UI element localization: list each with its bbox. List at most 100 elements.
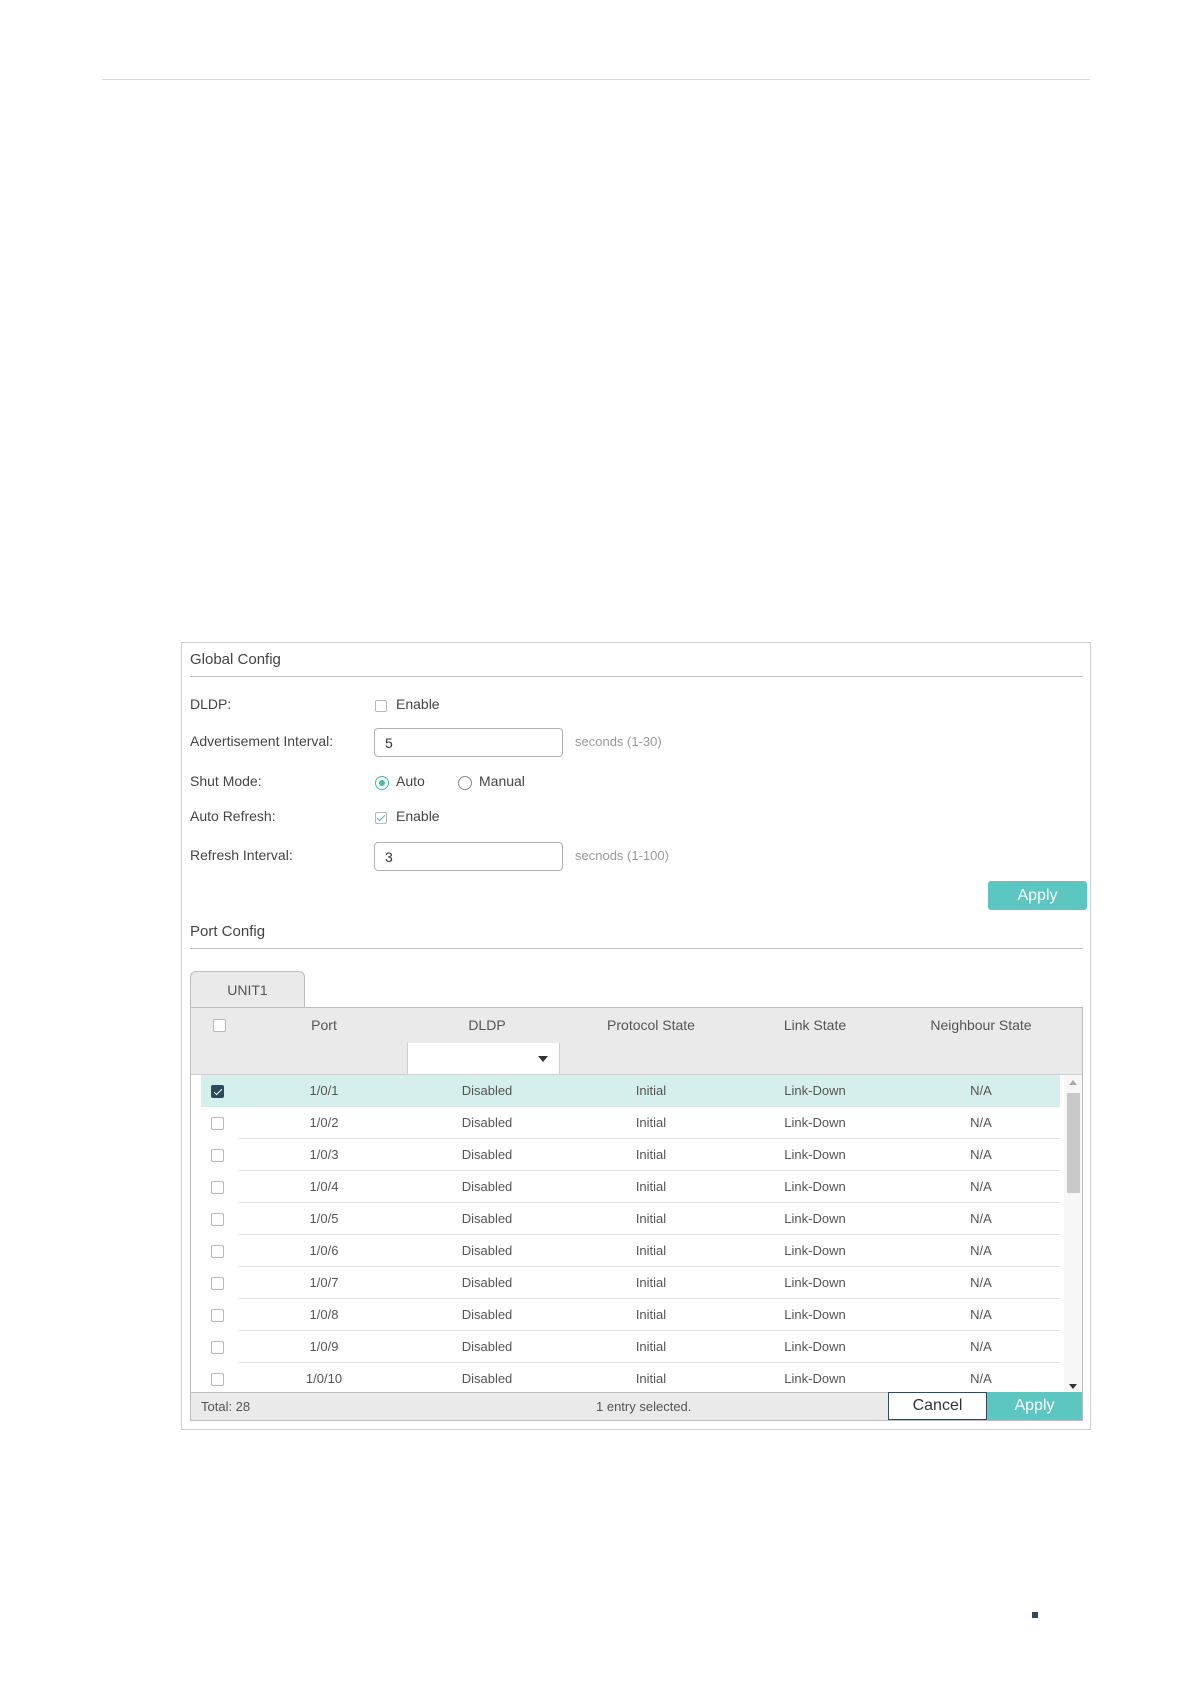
cell-neighbour-state: N/A — [970, 1243, 992, 1258]
cell-port: 1/0/1 — [309, 1083, 339, 1098]
refresh-interval-input[interactable] — [374, 842, 563, 871]
column-link-state[interactable]: Link State — [745, 1008, 885, 1043]
port-table: Port DLDP Protocol State Link State Neig… — [190, 1007, 1083, 1421]
select-all-checkbox[interactable] — [213, 1019, 226, 1032]
row-checkbox[interactable] — [211, 1149, 224, 1162]
cell-dldp: Disabled — [461, 1307, 513, 1322]
row-checkbox[interactable] — [211, 1181, 224, 1194]
cell-neighbour-state: N/A — [970, 1211, 992, 1226]
column-protocol-state[interactable]: Protocol State — [581, 1008, 721, 1043]
cell-port: 1/0/3 — [309, 1147, 339, 1162]
table-row[interactable]: 1/0/1 Disabled Initial Link-Down N/A — [201, 1075, 1060, 1107]
advertisement-interval-input[interactable] — [374, 728, 563, 757]
cell-neighbour-state: N/A — [970, 1179, 992, 1194]
cell-protocol-state: Initial — [635, 1179, 667, 1194]
column-neighbour-state[interactable]: Neighbour State — [901, 1008, 1061, 1043]
table-row[interactable]: 1/0/2 Disabled Initial Link-Down N/A — [201, 1107, 1060, 1139]
cell-port: 1/0/10 — [305, 1371, 343, 1386]
cell-link-state: Link-Down — [784, 1083, 846, 1098]
shut-mode-auto-radio[interactable] — [375, 776, 389, 790]
dldp-label: DLDP: — [190, 696, 232, 712]
row-checkbox[interactable] — [211, 1277, 224, 1290]
cell-protocol-state: Initial — [635, 1147, 667, 1162]
cell-port: 1/0/9 — [309, 1339, 339, 1354]
global-apply-button[interactable]: Apply — [988, 881, 1087, 910]
page-header-rule — [102, 79, 1090, 80]
column-dldp[interactable]: DLDP — [437, 1008, 537, 1043]
row-checkbox[interactable] — [211, 1309, 224, 1322]
table-row[interactable]: 1/0/4 Disabled Initial Link-Down N/A — [201, 1171, 1060, 1203]
cell-neighbour-state: N/A — [970, 1371, 992, 1386]
cell-neighbour-state: N/A — [970, 1115, 992, 1130]
cancel-button[interactable]: Cancel — [888, 1392, 987, 1420]
cell-link-state: Link-Down — [784, 1179, 846, 1194]
table-footer: Total: 28 1 entry selected. Cancel Apply — [191, 1392, 1082, 1420]
refresh-interval-label: Refresh Interval: — [190, 847, 293, 863]
cell-neighbour-state: N/A — [970, 1147, 992, 1162]
cell-protocol-state: Initial — [635, 1243, 667, 1258]
cell-link-state: Link-Down — [784, 1339, 846, 1354]
table-scrollbar[interactable] — [1064, 1075, 1082, 1394]
shut-mode-auto-label: Auto — [396, 773, 425, 789]
table-row[interactable]: 1/0/6 Disabled Initial Link-Down N/A — [201, 1235, 1060, 1267]
cell-protocol-state: Initial — [635, 1275, 667, 1290]
cell-port: 1/0/2 — [309, 1115, 339, 1130]
cell-link-state: Link-Down — [784, 1307, 846, 1322]
refresh-interval-hint: secnods (1-100) — [575, 848, 669, 863]
cell-protocol-state: Initial — [635, 1211, 667, 1226]
cell-dldp: Disabled — [461, 1243, 513, 1258]
scroll-up-icon[interactable] — [1069, 1080, 1077, 1085]
cell-link-state: Link-Down — [784, 1371, 846, 1386]
port-apply-button[interactable]: Apply — [987, 1392, 1082, 1420]
total-count: Total: 28 — [201, 1399, 251, 1414]
row-checkbox[interactable] — [211, 1245, 224, 1258]
table-body: 1/0/1 Disabled Initial Link-Down N/A 1/0/2 Dis… — [191, 1075, 1082, 1394]
table-row[interactable]: 1/0/8 Disabled Initial Link-Down N/A — [201, 1299, 1060, 1331]
scroll-down-icon[interactable] — [1069, 1384, 1077, 1389]
dldp-enable-label: Enable — [396, 696, 440, 712]
table-header: Port DLDP Protocol State Link State Neig… — [191, 1008, 1082, 1044]
cell-link-state: Link-Down — [784, 1115, 846, 1130]
column-port[interactable]: Port — [274, 1008, 374, 1043]
cell-dldp: Disabled — [461, 1339, 513, 1354]
shut-mode-label: Shut Mode: — [190, 773, 262, 789]
row-checkbox[interactable] — [211, 1117, 224, 1130]
cell-dldp: Disabled — [461, 1371, 513, 1386]
auto-refresh-enable-checkbox[interactable] — [375, 812, 387, 824]
cell-dldp: Disabled — [461, 1179, 513, 1194]
cell-dldp: Disabled — [461, 1275, 513, 1290]
row-checkbox[interactable] — [211, 1373, 224, 1386]
row-checkbox[interactable] — [211, 1085, 224, 1098]
cell-neighbour-state: N/A — [970, 1275, 992, 1290]
table-row[interactable]: 1/0/9 Disabled Initial Link-Down N/A — [201, 1331, 1060, 1363]
cell-dldp: Disabled — [461, 1147, 513, 1162]
table-row[interactable]: 1/0/5 Disabled Initial Link-Down N/A — [201, 1203, 1060, 1235]
dldp-filter-select[interactable] — [407, 1043, 560, 1074]
cell-port: 1/0/6 — [309, 1243, 339, 1258]
cell-port: 1/0/5 — [309, 1211, 339, 1226]
table-row[interactable]: 1/0/10 Disabled Initial Link-Down N/A — [201, 1363, 1060, 1394]
dldp-config-panel: Global Config DLDP: Enable Advertisement… — [181, 642, 1091, 1430]
dldp-enable-checkbox[interactable] — [375, 700, 387, 712]
table-row[interactable]: 1/0/7 Disabled Initial Link-Down N/A — [201, 1267, 1060, 1299]
cell-dldp: Disabled — [461, 1083, 513, 1098]
shut-mode-manual-label: Manual — [479, 773, 525, 789]
cell-neighbour-state: N/A — [970, 1339, 992, 1354]
auto-refresh-enable-label: Enable — [396, 808, 440, 824]
row-checkbox[interactable] — [211, 1213, 224, 1226]
cell-port: 1/0/7 — [309, 1275, 339, 1290]
shut-mode-manual-radio[interactable] — [458, 776, 472, 790]
table-row[interactable]: 1/0/3 Disabled Initial Link-Down N/A — [201, 1139, 1060, 1171]
page-marker — [1032, 1612, 1038, 1618]
cell-protocol-state: Initial — [635, 1339, 667, 1354]
row-checkbox[interactable] — [211, 1341, 224, 1354]
global-config-title: Global Config — [190, 651, 281, 668]
cell-link-state: Link-Down — [784, 1275, 846, 1290]
selection-status: 1 entry selected. — [596, 1399, 692, 1414]
cell-port: 1/0/4 — [309, 1179, 339, 1194]
port-config-title: Port Config — [190, 923, 266, 940]
scrollbar-thumb[interactable] — [1067, 1093, 1080, 1193]
cell-link-state: Link-Down — [784, 1243, 846, 1258]
tab-unit1[interactable]: UNIT1 — [190, 971, 305, 1007]
global-config-divider — [190, 676, 1083, 677]
